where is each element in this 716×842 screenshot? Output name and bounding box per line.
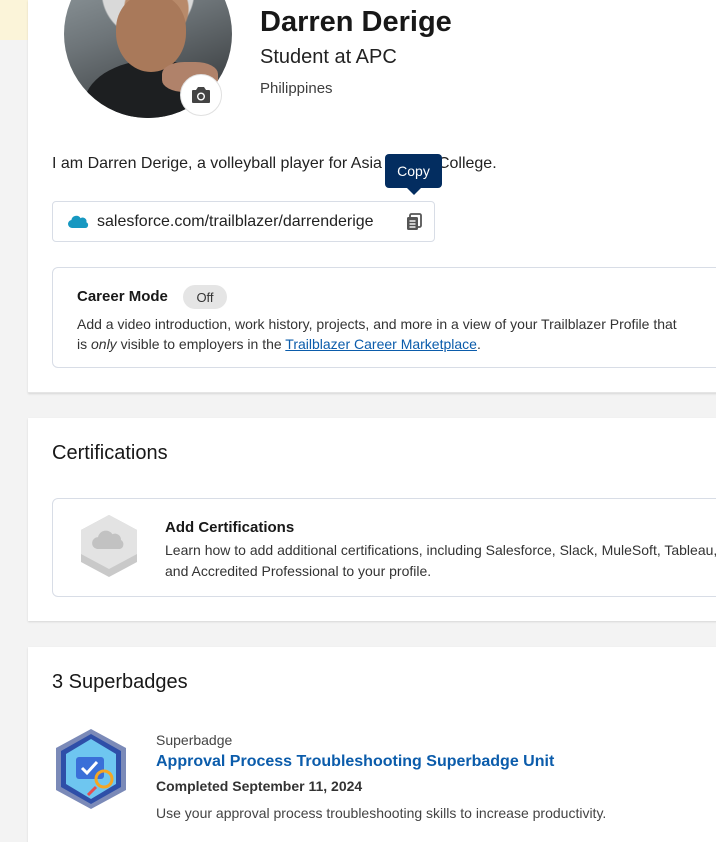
- certifications-card: Certifications Add Certifications Learn …: [28, 418, 716, 621]
- career-desc-line1: Add a video introduction, work history, …: [77, 316, 677, 332]
- add-certifications-box[interactable]: Add Certifications Learn how to add addi…: [52, 498, 716, 597]
- certifications-title: Certifications: [52, 442, 168, 464]
- copy-tooltip: Copy: [385, 154, 442, 195]
- profile-name: Darren Derige: [260, 6, 452, 38]
- career-mode-title: Career Mode: [77, 288, 168, 305]
- career-mode-box: Career Mode Off Add a video introduction…: [52, 267, 716, 368]
- profile-location: Philippines: [260, 80, 333, 97]
- career-desc-prefix: is: [77, 336, 91, 352]
- salesforce-cloud-icon: [68, 215, 89, 228]
- profile-url-box: salesforce.com/trailblazer/darrenderige: [52, 201, 435, 242]
- superbadges-card: 3 Superbadges Superbadge Approval Proces…: [28, 647, 716, 842]
- career-desc-mid: visible to employers in the: [116, 336, 286, 352]
- career-desc-line2: is only visible to employers in the Trai…: [77, 334, 716, 354]
- superbadge-completed-date: Completed September 11, 2024: [156, 778, 363, 794]
- copy-icon[interactable]: [404, 212, 424, 232]
- profile-url: salesforce.com/trailblazer/darrenderige: [97, 212, 374, 230]
- profile-headline: Student at APC: [260, 46, 397, 68]
- change-photo-button[interactable]: [180, 74, 222, 116]
- profile-card: Darren Derige Student at APC Philippines…: [28, 0, 716, 393]
- career-marketplace-link[interactable]: Trailblazer Career Marketplace: [285, 336, 477, 352]
- add-certifications-title: Add Certifications: [165, 519, 295, 536]
- career-mode-toggle[interactable]: Off: [183, 285, 227, 309]
- superbadge-type: Superbadge: [156, 732, 233, 748]
- add-certifications-description: Learn how to add additional certificatio…: [165, 542, 716, 579]
- superbadge-title-link[interactable]: Approval Process Troubleshooting Superba…: [156, 753, 554, 771]
- certification-hex-icon: [81, 515, 137, 577]
- camera-icon: [192, 87, 210, 103]
- superbadge-icon[interactable]: [52, 727, 130, 811]
- banner-strip: [0, 0, 28, 40]
- superbadge-description: Use your approval process troubleshootin…: [156, 805, 607, 821]
- career-mode-description: Add a video introduction, work history, …: [77, 314, 716, 354]
- career-desc-emphasis: only: [91, 336, 117, 352]
- superbadges-title: 3 Superbadges: [52, 671, 188, 693]
- career-desc-suffix: .: [476, 336, 481, 352]
